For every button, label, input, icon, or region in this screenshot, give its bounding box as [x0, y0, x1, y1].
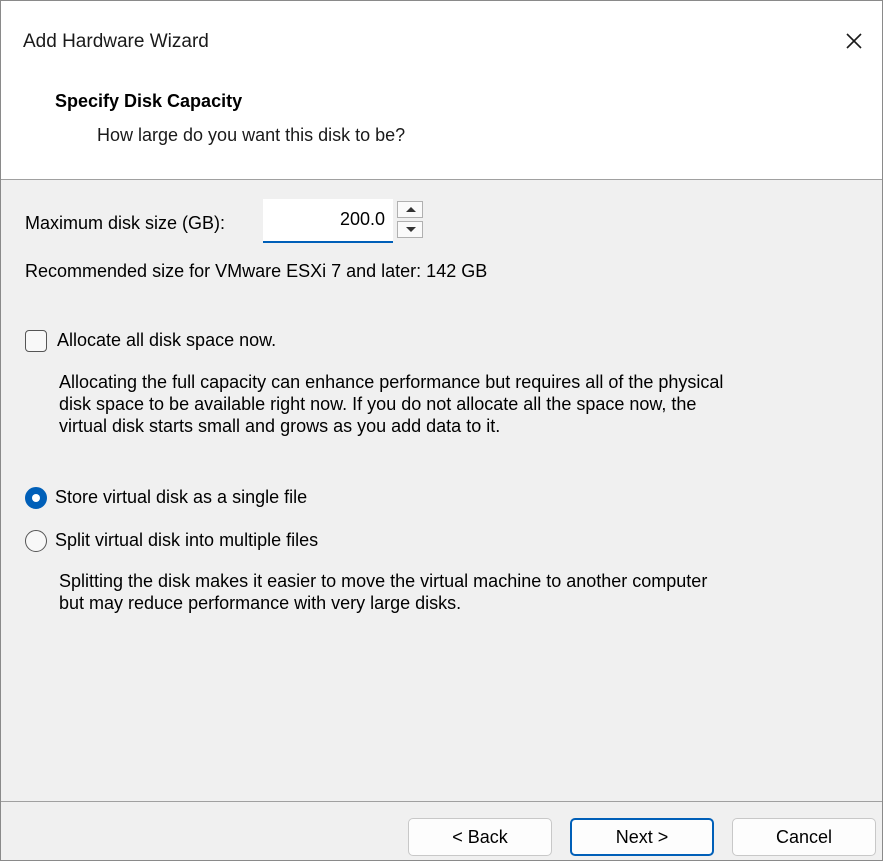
- chevron-down-icon: [406, 227, 416, 232]
- recommended-size-text: Recommended size for VMware ESXi 7 and l…: [25, 261, 488, 281]
- disk-size-spinner: [397, 201, 425, 239]
- split-description-line: Splitting the disk makes it easier to mo…: [59, 571, 708, 591]
- split-files-radio[interactable]: [25, 530, 47, 552]
- allocate-description-line: Allocating the full capacity can enhance…: [59, 372, 724, 392]
- allocate-description-line: disk space to be available right now. If…: [59, 394, 697, 414]
- wizard-header: Specify Disk Capacity How large do you w…: [1, 81, 882, 179]
- allocate-checkbox[interactable]: [25, 330, 47, 352]
- split-description-line: but may reduce performance with very lar…: [59, 593, 462, 613]
- page-subtitle: How large do you want this disk to be?: [97, 125, 406, 145]
- disk-size-value: 200.0: [339, 209, 385, 229]
- back-button[interactable]: < Back: [408, 818, 552, 856]
- disk-size-input[interactable]: 200.0: [263, 199, 393, 243]
- chevron-up-icon: [406, 207, 416, 212]
- wizard-content: Maximum disk size (GB): 200.0 Recommende…: [1, 180, 882, 801]
- add-hardware-wizard-window: Add Hardware Wizard Specify Disk Capacit…: [0, 0, 883, 861]
- close-icon: [846, 33, 862, 49]
- disk-size-label: Maximum disk size (GB):: [25, 213, 226, 233]
- close-button[interactable]: [836, 23, 872, 59]
- wizard-footer: < Back Next > Cancel: [1, 802, 882, 860]
- page-title: Specify Disk Capacity: [55, 91, 243, 111]
- spin-up-button[interactable]: [397, 201, 423, 218]
- allocate-checkbox-label[interactable]: Allocate all disk space now.: [57, 330, 276, 351]
- single-file-radio[interactable]: [25, 487, 47, 509]
- title-bar: Add Hardware Wizard: [1, 1, 882, 81]
- allocate-description: Allocating the full capacity can enhance…: [59, 371, 723, 437]
- single-file-radio-label[interactable]: Store virtual disk as a single file: [55, 487, 307, 508]
- split-description: Splitting the disk makes it easier to mo…: [59, 570, 707, 614]
- allocate-description-line: virtual disk starts small and grows as y…: [59, 416, 501, 436]
- spin-down-button[interactable]: [397, 221, 423, 238]
- cancel-button[interactable]: Cancel: [732, 818, 876, 856]
- window-title: Add Hardware Wizard: [23, 31, 209, 52]
- split-files-radio-label[interactable]: Split virtual disk into multiple files: [55, 530, 318, 551]
- next-button[interactable]: Next >: [570, 818, 714, 856]
